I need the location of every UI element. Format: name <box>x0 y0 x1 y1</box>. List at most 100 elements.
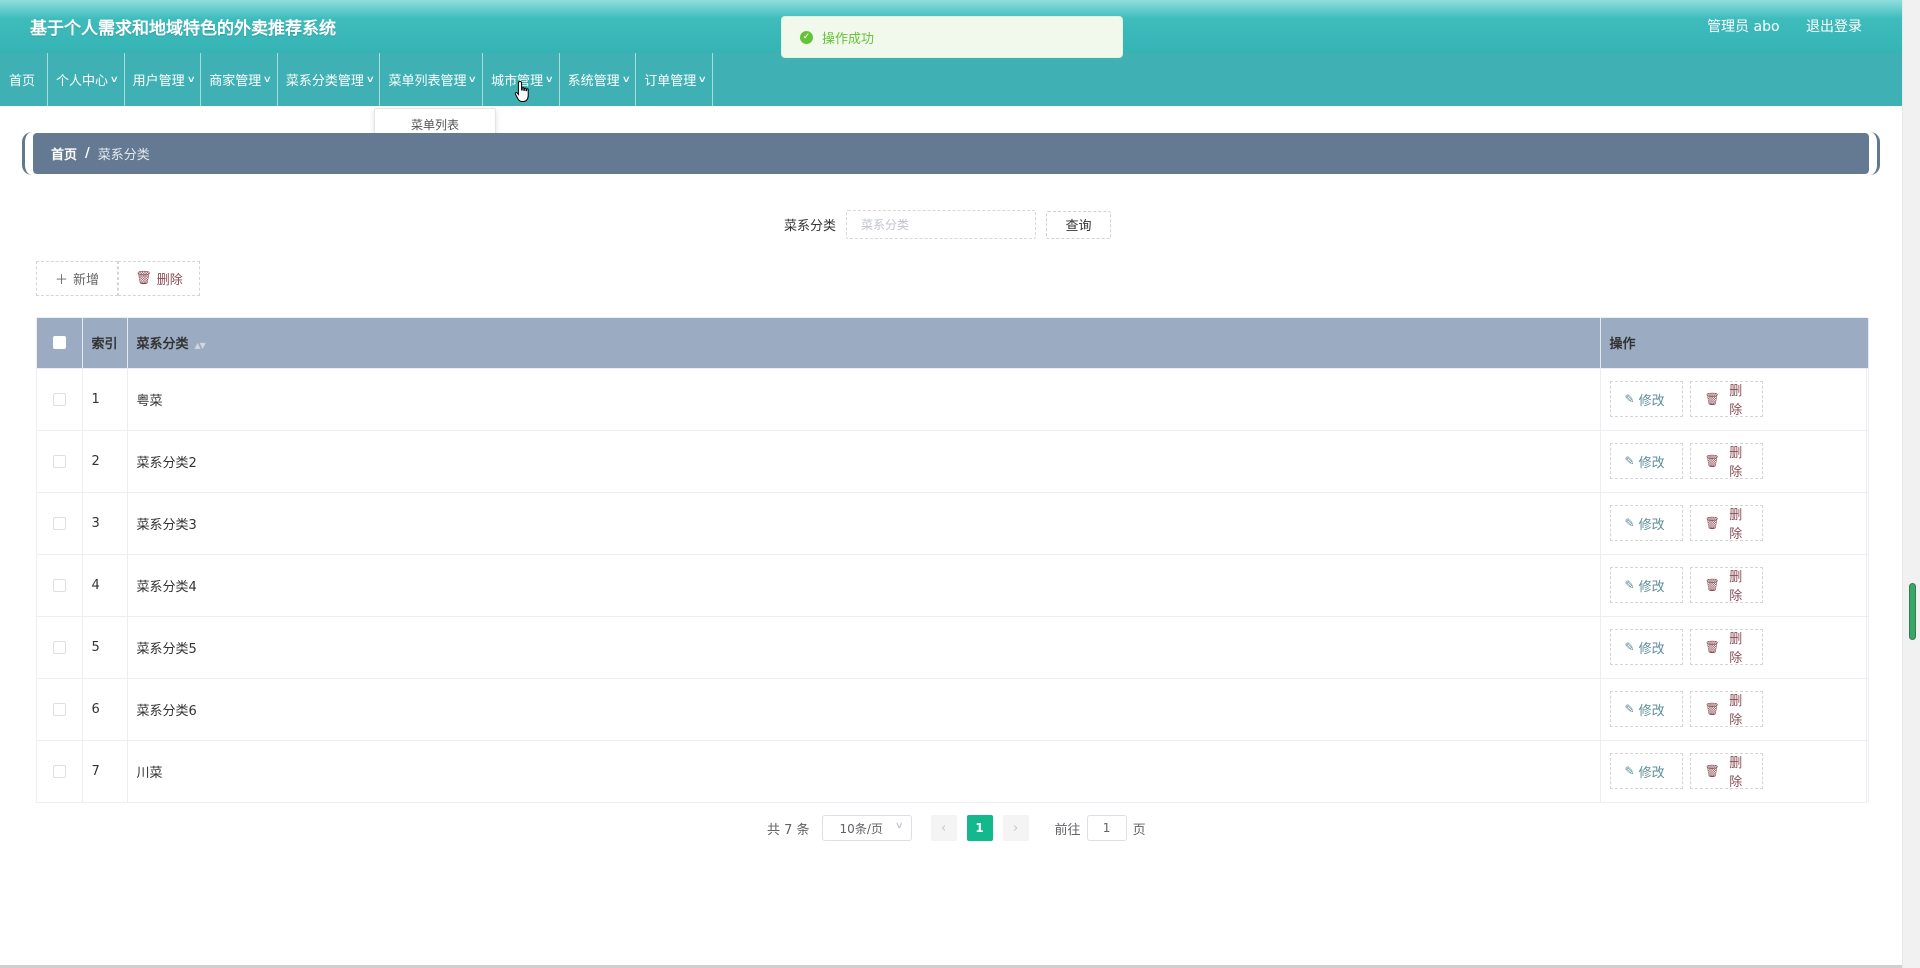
nav-item-cuisine-category-management[interactable]: 菜系分类管理 ∨ <box>278 53 381 106</box>
nav-item-label: 商家管理 <box>209 74 262 89</box>
pencil-icon: ✎ <box>1624 764 1635 779</box>
toolbar: ＋ 新增 🗑 删除 <box>36 261 200 296</box>
pencil-icon: ✎ <box>1624 392 1635 406</box>
row-index: 4 <box>82 553 128 616</box>
trash-icon: 🗑 <box>1704 392 1720 406</box>
page-scrollbar[interactable] <box>1902 0 1920 968</box>
pagination-total: 共 7 条 <box>767 822 810 838</box>
edit-button[interactable]: ✎ 修改 <box>1609 381 1683 417</box>
table-row: 5 菜系分类5 ✎ 修改 🗑 删除 <box>37 615 1869 678</box>
category-table: 索引 菜系分类 ▲▼ 操作 1 粤菜 ✎ 修改 🗑 删除 2 菜系分类2 ✎ 修改 <box>36 317 1869 803</box>
chevron-down-icon: ∨ <box>621 74 631 85</box>
select-all-checkbox[interactable] <box>52 336 66 350</box>
nav-item-home[interactable]: 首页 <box>0 53 49 106</box>
row-select-cell <box>37 615 83 678</box>
chevron-down-icon: ∨ <box>186 74 196 85</box>
nav-item-order-management[interactable]: 订单管理 ∨ <box>636 53 713 106</box>
page-size-select[interactable]: 10条/页 ∨ <box>821 815 912 841</box>
table-row: 1 粤菜 ✎ 修改 🗑 删除 <box>37 367 1869 430</box>
nav-item-merchant-management[interactable]: 商家管理 ∨ <box>201 53 278 106</box>
delete-button-label: 删除 <box>1729 756 1743 791</box>
row-index: 7 <box>82 739 128 802</box>
delete-button[interactable]: 🗑 删除 <box>1689 443 1763 480</box>
row-index: 2 <box>82 429 128 492</box>
trash-icon: 🗑 <box>1704 454 1720 468</box>
edit-button[interactable]: ✎ 修改 <box>1609 691 1683 727</box>
row-checkbox[interactable] <box>52 578 66 592</box>
nav-item-menu-list-management[interactable]: 菜单列表管理 ∨ <box>380 53 484 106</box>
pencil-icon: ✎ <box>1624 640 1635 654</box>
delete-button-label: 删除 <box>1729 694 1743 728</box>
row-checkbox[interactable] <box>52 454 66 468</box>
delete-button-label: 删除 <box>1729 508 1743 542</box>
row-checkbox[interactable] <box>52 640 66 654</box>
delete-button[interactable]: 🗑 删除 <box>1689 505 1763 542</box>
edit-button[interactable]: ✎ 修改 <box>1609 753 1683 790</box>
pencil-icon: ✎ <box>1624 516 1635 530</box>
nav-item-label: 系统管理 <box>567 74 620 89</box>
row-index: 5 <box>82 615 128 678</box>
chevron-down-icon: ∨ <box>544 74 554 85</box>
nav-item-personal-center[interactable]: 个人中心 ∨ <box>48 53 125 106</box>
delete-button[interactable]: 🗑 删除 <box>1689 691 1763 728</box>
row-index: 6 <box>82 677 128 740</box>
nav-item-label: 订单管理 <box>644 74 697 89</box>
sort-caret-icon[interactable]: ▲▼ <box>195 341 206 350</box>
breadcrumb-home[interactable]: 首页 <box>51 144 77 163</box>
toast-message: 操作成功 <box>822 31 875 47</box>
row-checkbox[interactable] <box>52 516 66 530</box>
goto-suffix: 页 <box>1132 822 1146 838</box>
add-button[interactable]: ＋ 新增 <box>36 261 118 296</box>
row-select-cell <box>37 491 83 554</box>
table-row: 2 菜系分类2 ✎ 修改 🗑 删除 <box>37 429 1869 492</box>
row-select-cell <box>37 553 83 616</box>
table-row: 3 菜系分类3 ✎ 修改 🗑 删除 <box>37 491 1869 554</box>
row-actions: ✎ 修改 🗑 删除 <box>1600 615 1869 678</box>
row-actions: ✎ 修改 🗑 删除 <box>1600 367 1869 430</box>
check-circle-icon: ✓ <box>800 30 813 44</box>
table-row: 4 菜系分类4 ✎ 修改 🗑 删除 <box>37 553 1869 616</box>
search-button[interactable]: 查询 <box>1046 210 1112 239</box>
row-category: 菜系分类6 <box>127 677 1601 740</box>
breadcrumb-separator: / <box>85 146 90 161</box>
search-input[interactable] <box>846 210 1037 239</box>
trash-icon: 🗑 <box>135 271 152 286</box>
search-bar: 菜系分类 查询 <box>784 210 1112 239</box>
nav-item-user-management[interactable]: 用户管理 ∨ <box>125 53 202 106</box>
table-row: 7 川菜 ✎ 修改 🗑 删除 <box>37 739 1869 802</box>
delete-button[interactable]: 🗑 删除 <box>1689 629 1763 666</box>
edit-button[interactable]: ✎ 修改 <box>1609 629 1683 665</box>
row-checkbox[interactable] <box>52 392 66 406</box>
nav-item-label: 用户管理 <box>132 74 185 89</box>
table-header-row: 索引 菜系分类 ▲▼ 操作 <box>37 318 1869 368</box>
goto-page-input[interactable] <box>1086 815 1127 841</box>
delete-button[interactable]: 🗑 删除 <box>1689 567 1763 604</box>
edit-button[interactable]: ✎ 修改 <box>1609 567 1683 603</box>
delete-button[interactable]: 🗑 删除 <box>1689 753 1763 791</box>
chevron-right-icon[interactable]: › <box>1002 815 1029 841</box>
trash-icon: 🗑 <box>1704 764 1720 779</box>
edit-button[interactable]: ✎ 修改 <box>1609 443 1683 479</box>
page-number-current[interactable]: 1 <box>966 815 993 841</box>
nav-item-system-management[interactable]: 系统管理 ∨ <box>560 53 637 106</box>
delete-button-label: 删除 <box>1729 446 1743 480</box>
scrollbar-thumb[interactable] <box>1909 583 1916 640</box>
logout-link[interactable]: 退出登录 <box>1806 19 1862 35</box>
row-select-cell <box>37 677 83 740</box>
row-select-cell <box>37 739 83 802</box>
main-nav: 首页 个人中心 ∨ 用户管理 ∨ 商家管理 ∨ 菜系分类管理 ∨ 菜单列表管理 ∨ 城市管… <box>0 53 1902 106</box>
row-actions: ✎ 修改 🗑 删除 <box>1600 553 1869 616</box>
row-checkbox[interactable] <box>52 702 66 716</box>
dropdown-item-menu-list[interactable]: 菜单列表 <box>411 116 459 133</box>
chevron-left-icon[interactable]: ‹ <box>930 815 957 841</box>
row-index: 3 <box>82 491 128 554</box>
row-actions: ✎ 修改 🗑 删除 <box>1600 491 1869 554</box>
batch-delete-button[interactable]: 🗑 删除 <box>118 261 200 296</box>
row-select-cell <box>37 367 83 430</box>
header-category[interactable]: 菜系分类 ▲▼ <box>127 318 1601 368</box>
edit-button[interactable]: ✎ 修改 <box>1609 505 1683 541</box>
delete-button[interactable]: 🗑 删除 <box>1689 381 1763 418</box>
row-checkbox[interactable] <box>52 764 66 778</box>
page-goto: 前往 页 <box>1055 815 1146 841</box>
chevron-down-icon: ∨ <box>262 74 273 85</box>
